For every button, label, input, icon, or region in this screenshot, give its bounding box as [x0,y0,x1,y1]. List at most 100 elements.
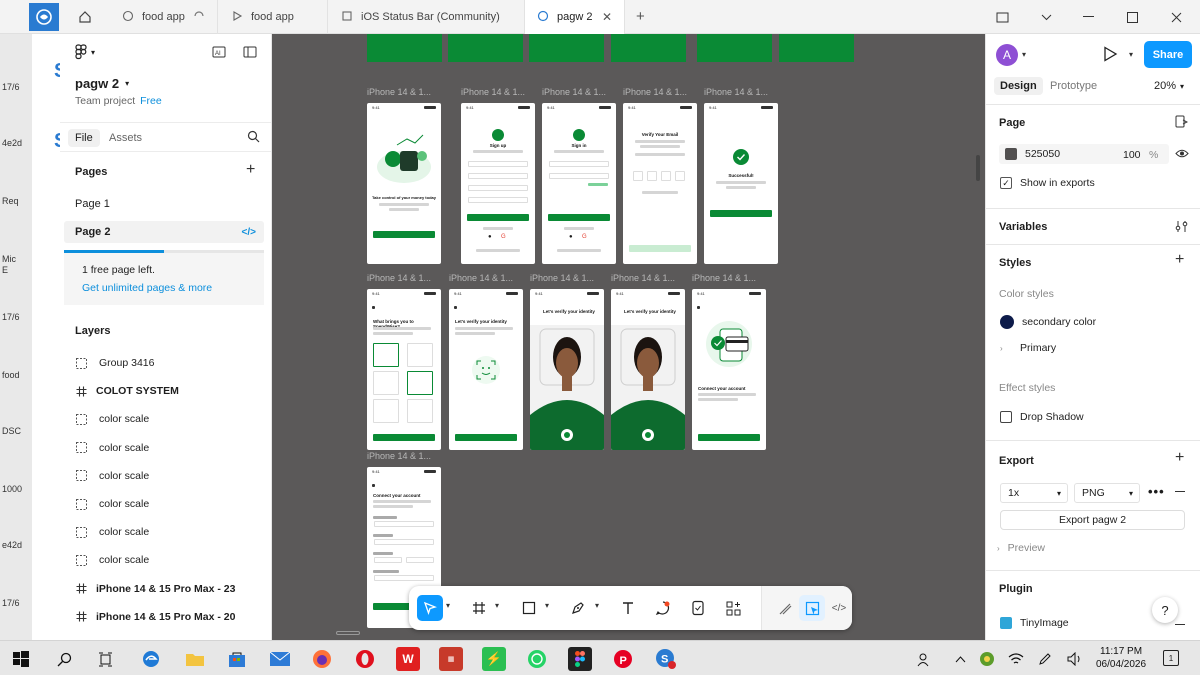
add-tab-button[interactable]: + [636,8,645,25]
frame-label[interactable]: iPhone 14 & 1... [530,273,594,283]
preview-toggle[interactable]: › Preview [997,542,1045,554]
draw-mode-icon[interactable] [772,595,798,621]
create-account-button[interactable] [467,214,529,221]
text-tool-icon[interactable] [615,595,641,621]
pen-tool-icon[interactable] [565,595,591,621]
panel-toggle-icon[interactable] [241,44,259,60]
frame-label[interactable]: iPhone 14 & 1... [704,87,768,97]
store-icon[interactable] [225,647,249,671]
search-icon[interactable] [52,647,76,671]
frame-label[interactable]: iPhone 14 & 1... [367,87,431,97]
variables-title[interactable]: Variables [999,221,1047,233]
export-scale-select[interactable]: 1x ▾ [1000,483,1068,503]
design-mode-icon[interactable] [799,595,825,621]
pinterest-icon[interactable]: P [611,647,635,671]
verify-identity-button[interactable] [455,434,517,441]
app-logo-icon[interactable] [29,3,59,31]
color-style-folder[interactable]: › Primary [1000,342,1056,354]
okay-button[interactable] [710,210,772,217]
page-item-2[interactable]: Page 2 </> [64,221,264,243]
layer-item[interactable]: color scale [75,437,265,459]
layer-item[interactable]: Group 3416 [75,352,265,374]
search-icon[interactable] [247,130,260,146]
volume-icon[interactable] [1063,647,1087,671]
frame-label[interactable]: iPhone 14 & 1... [542,87,606,97]
export-format-select[interactable]: PNG ▾ [1074,483,1140,503]
phone-frame-connect-account[interactable]: 9:41 Connect your account [692,289,766,450]
remove-plugin-icon[interactable] [1175,624,1185,625]
signin-button[interactable] [548,214,610,221]
zoom-dropdown[interactable]: 20% ▾ [1154,80,1184,92]
home-icon[interactable] [72,6,98,28]
calculator-app-icon[interactable]: ▦ [439,647,463,671]
task-view-icon[interactable] [93,647,117,671]
green-frame[interactable] [611,34,686,62]
green-frame[interactable] [367,34,442,62]
share-button[interactable]: Share [1144,41,1192,68]
green-frame[interactable] [529,34,604,62]
close-window-icon[interactable] [1162,6,1190,28]
frame-label[interactable]: iPhone 14 & 1... [367,451,431,461]
add-export-button[interactable]: + [1175,449,1184,467]
color-style-item[interactable]: secondary color [1000,315,1096,329]
library-icon[interactable] [1175,115,1189,131]
firefox-icon[interactable] [310,647,334,671]
chevron-down-icon[interactable] [1032,6,1060,28]
frame-label[interactable]: iPhone 14 & 1... [367,273,431,283]
layer-item[interactable]: color scale [75,465,265,487]
frame-label[interactable]: iPhone 14 & 1... [692,273,756,283]
wps-icon[interactable]: W [396,647,420,671]
notification-icon[interactable]: 1 [1163,650,1179,666]
file-name-button[interactable]: pagw 2 ▾ [75,76,129,91]
phone-frame-purpose[interactable]: 9:41 What brings you to SpendWise? [367,289,441,450]
add-style-button[interactable]: + [1175,251,1184,269]
folder-icon[interactable] [988,6,1016,28]
phone-frame-verify-email[interactable]: 9:41 Verify Your Email [623,103,697,264]
chevron-down-icon[interactable]: ▾ [1129,50,1133,59]
tab-pagw-2[interactable]: pagw 2 ✕ [525,0,625,34]
eye-icon[interactable] [1175,148,1189,162]
tab-design[interactable]: Design [994,77,1043,95]
variables-settings-icon[interactable] [1175,220,1188,236]
tab-food-app[interactable]: food app [110,0,218,34]
canvas-scrollbar[interactable] [976,155,980,181]
page-item-1[interactable]: Page 1 [64,193,264,215]
plugin-item[interactable]: TinyImage [1000,617,1069,629]
dev-mode-icon[interactable]: </> [826,595,852,621]
tab-file[interactable]: File [68,129,100,147]
chevron-up-icon[interactable] [948,647,972,671]
phone-frame-signin[interactable]: 9:41 Sign in ● G [542,103,616,264]
resend-code-button[interactable] [629,245,691,252]
phone-frame-onboarding[interactable]: 9:41 Take control of your money today [367,103,441,264]
export-button[interactable]: Export pagw 2 [1000,510,1185,530]
main-menu-button[interactable]: ▾ [74,44,95,60]
components-tool-icon[interactable] [720,595,746,621]
frame-label[interactable]: iPhone 14 & 1... [611,273,675,283]
layer-item[interactable]: color scale [75,521,265,543]
remove-export-icon[interactable] [1175,491,1185,492]
system-clock[interactable]: 11:17 PM 06/04/2026 [1096,645,1146,671]
comment-tool-icon[interactable] [650,595,676,621]
pen-icon[interactable] [1033,647,1057,671]
file-explorer-icon[interactable] [183,647,207,671]
layer-item[interactable]: color scale [75,493,265,515]
page-color-hex[interactable]: 525050 [1025,148,1060,160]
get-started-button[interactable] [373,231,435,238]
energy-app-icon[interactable]: ⚡ [482,647,506,671]
chevron-down-icon[interactable]: ▾ [595,601,599,610]
frame-label[interactable]: iPhone 14 & 1... [461,87,525,97]
scroll-handle[interactable] [336,631,360,635]
people-icon[interactable] [912,647,936,671]
mail-icon[interactable] [268,647,292,671]
page-opacity[interactable]: 100 [1123,149,1141,161]
chevron-down-icon[interactable]: ▾ [1022,50,1026,59]
minimize-icon[interactable] [1074,6,1102,28]
layer-item[interactable]: color scale [75,549,265,571]
canvas[interactable]: iPhone 14 & 1... iPhone 14 & 1... iPhone… [272,34,985,640]
add-page-button[interactable]: + [246,161,255,179]
present-play-icon[interactable] [1103,46,1118,65]
rectangle-tool-icon[interactable] [516,595,542,621]
figma-app-icon[interactable] [568,647,592,671]
phone-frame-verify-identity[interactable]: 9:41 Let's verify your identity [449,289,523,450]
windows-start-icon[interactable] [9,647,33,671]
